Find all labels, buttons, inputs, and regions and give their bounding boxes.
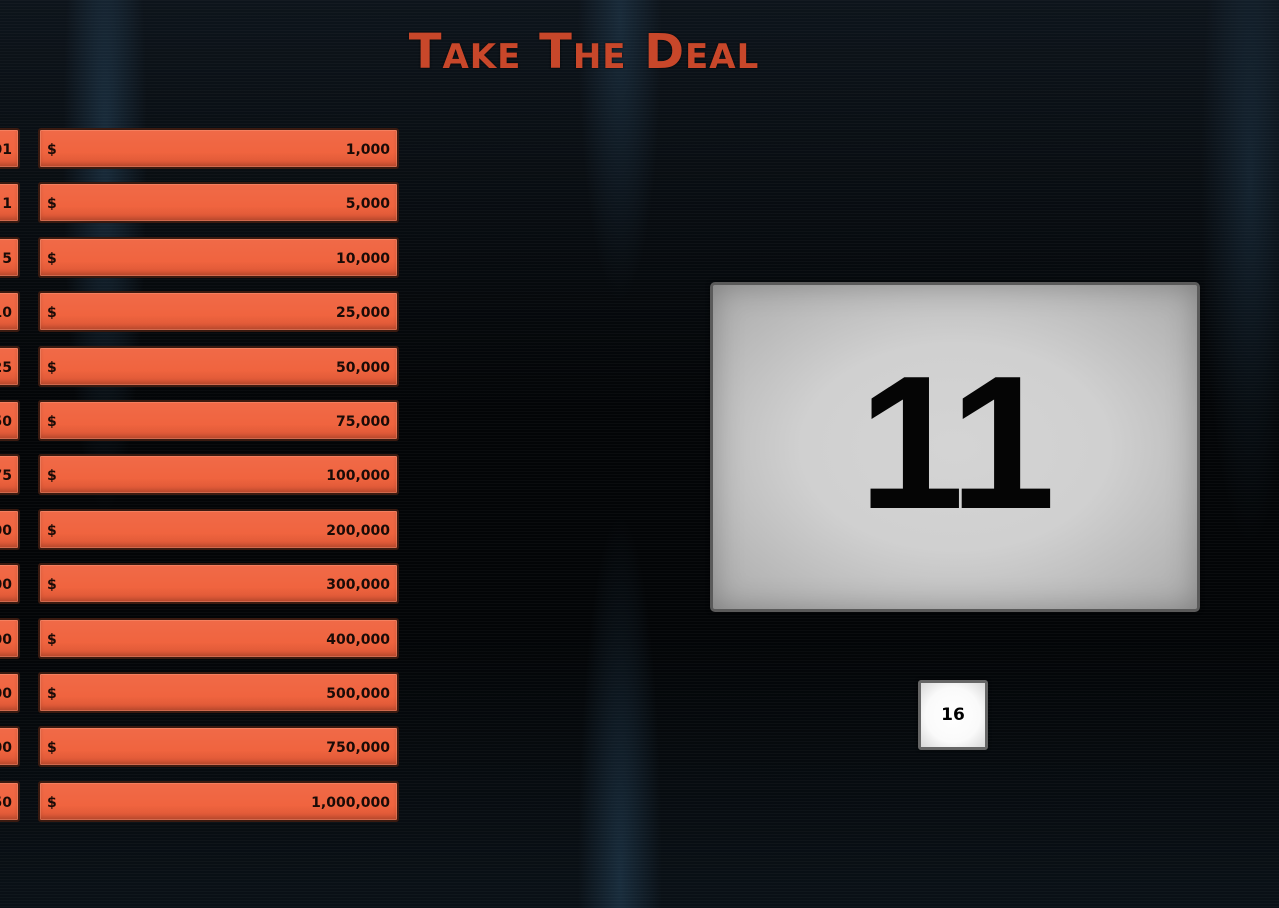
- money-box-low: 00: [0, 726, 20, 767]
- case-button-16[interactable]: 16: [918, 680, 988, 750]
- money-box-low: 10: [0, 291, 20, 332]
- money-row: 01 $1,000: [0, 128, 400, 173]
- money-amount: 10,000: [335, 251, 390, 267]
- money-box-low: 00: [0, 563, 20, 604]
- game-title: Take The Deal: [408, 24, 760, 80]
- dollar-sign: $: [47, 577, 57, 593]
- dollar-sign: $: [47, 414, 57, 430]
- money-box-low: 00: [0, 509, 20, 550]
- dollar-sign: $: [47, 305, 57, 321]
- money-row: 25 $50,000: [0, 346, 400, 391]
- money-box-high: $400,000: [38, 618, 399, 659]
- money-box-low: 01: [0, 128, 20, 169]
- money-amount: 200,000: [326, 523, 390, 539]
- money-box-low: 75: [0, 454, 20, 495]
- money-row: 5 $10,000: [0, 237, 400, 282]
- money-row: 00 $300,000: [0, 563, 400, 608]
- money-row: 1 $5,000: [0, 182, 400, 227]
- dollar-sign: $: [47, 523, 57, 539]
- dollar-sign: $: [47, 468, 57, 484]
- dollar-sign: $: [47, 360, 57, 376]
- money-amount: 500,000: [326, 686, 390, 702]
- dollar-sign: $: [47, 632, 57, 648]
- selected-case-display[interactable]: 11: [710, 282, 1200, 612]
- money-amount: 1,000,000: [311, 795, 390, 811]
- money-box-low: 00: [0, 672, 20, 713]
- money-amount: 1,000: [345, 142, 390, 158]
- money-amount: 25,000: [335, 305, 390, 321]
- money-box-high: $100,000: [38, 454, 399, 495]
- money-amount: 50,000: [335, 360, 390, 376]
- money-box-high: $750,000: [38, 726, 399, 767]
- money-row: 10 $25,000: [0, 291, 400, 336]
- money-row: 50 $1,000,000: [0, 781, 400, 826]
- selected-case-number: 11: [858, 337, 1056, 549]
- money-box-high: $200,000: [38, 509, 399, 550]
- money-box-high: $5,000: [38, 182, 399, 223]
- money-amount: 100,000: [326, 468, 390, 484]
- money-row: 00 $750,000: [0, 726, 400, 771]
- money-amount: 300,000: [326, 577, 390, 593]
- money-row: 75 $100,000: [0, 454, 400, 499]
- dollar-sign: $: [47, 740, 57, 756]
- dollar-sign: $: [47, 142, 57, 158]
- money-amount: 750,000: [326, 740, 390, 756]
- money-row: 00 $200,000: [0, 509, 400, 554]
- money-box-high: $1,000,000: [38, 781, 399, 822]
- money-box-low: 5: [0, 237, 20, 278]
- money-box-high: $10,000: [38, 237, 399, 278]
- money-box-high: $75,000: [38, 400, 399, 441]
- money-amount: 5,000: [345, 196, 390, 212]
- money-amount: 75,000: [335, 414, 390, 430]
- money-box-high: $500,000: [38, 672, 399, 713]
- dollar-sign: $: [47, 686, 57, 702]
- money-box-low: 50: [0, 781, 20, 822]
- money-box-high: $25,000: [38, 291, 399, 332]
- money-box-low: 25: [0, 346, 20, 387]
- money-box-low: 00: [0, 618, 20, 659]
- money-row: 50 $75,000: [0, 400, 400, 445]
- dollar-sign: $: [47, 196, 57, 212]
- money-box-low: 1: [0, 182, 20, 223]
- money-row: 00 $400,000: [0, 618, 400, 663]
- money-box-high: $300,000: [38, 563, 399, 604]
- money-amount: 400,000: [326, 632, 390, 648]
- dollar-sign: $: [47, 795, 57, 811]
- money-box-high: $50,000: [38, 346, 399, 387]
- dollar-sign: $: [47, 251, 57, 267]
- money-row: 00 $500,000: [0, 672, 400, 717]
- money-box-high: $1,000: [38, 128, 399, 169]
- money-box-low: 50: [0, 400, 20, 441]
